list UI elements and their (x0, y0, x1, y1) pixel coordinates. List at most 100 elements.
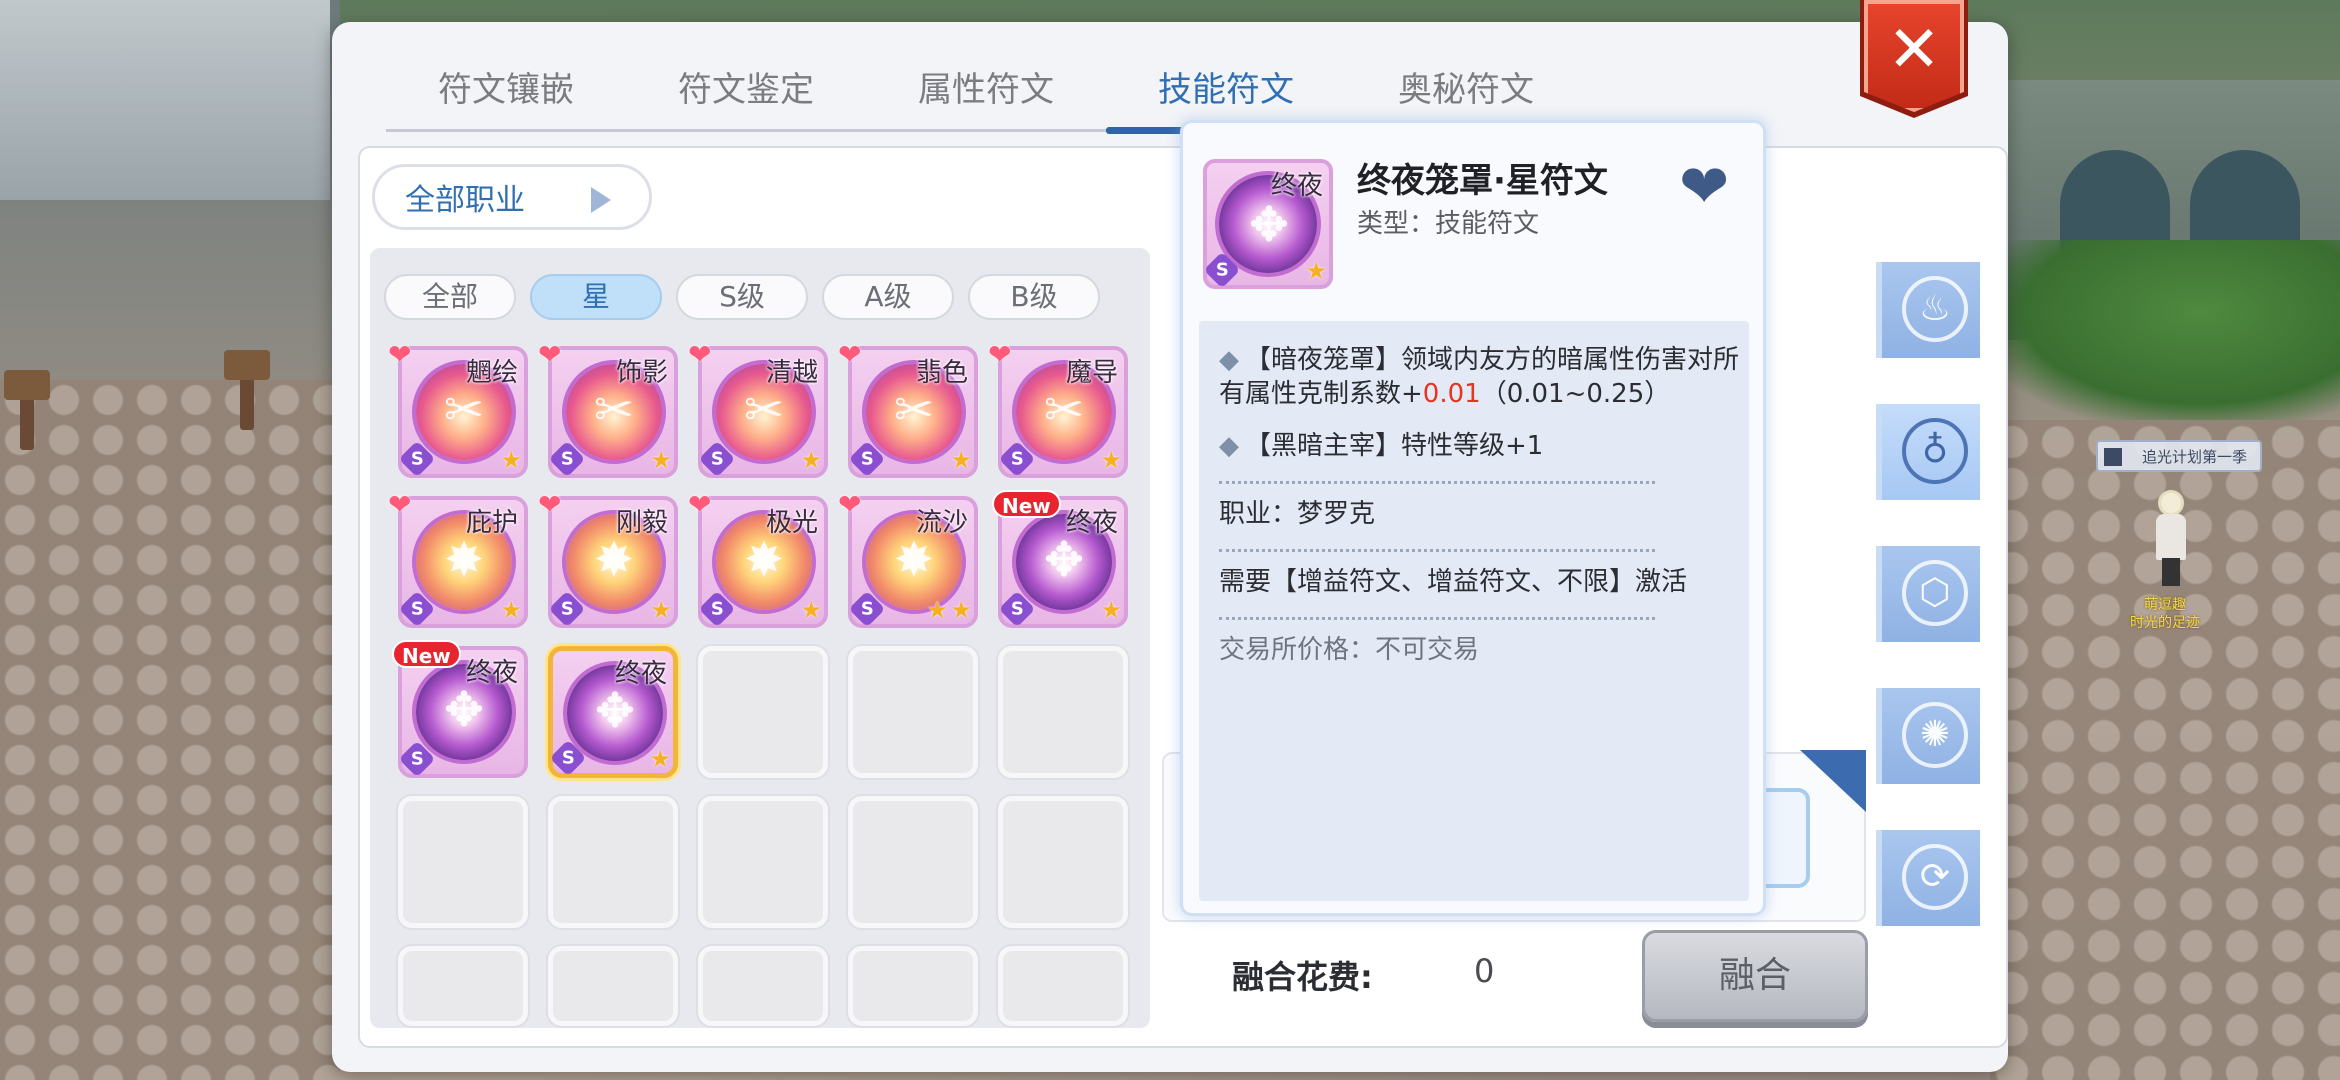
empty-rune-slot (548, 946, 678, 1026)
star-icon: ★ (926, 596, 948, 624)
npc-character[interactable] (2150, 490, 2190, 590)
grade-filter-star[interactable]: 星 (530, 274, 662, 320)
rune-name: 庇护 (465, 508, 518, 538)
empty-rune-slot (998, 796, 1128, 928)
rune-name: 清越 (765, 358, 818, 388)
rune-name: 终夜 (1065, 508, 1118, 538)
grade-filter-b[interactable]: B级 (968, 274, 1100, 320)
rune-slot[interactable]: ✂ 清越 ❤ S ★ (688, 338, 828, 478)
side-tab-recycle[interactable]: ⟳ (1876, 830, 1980, 926)
heart-icon: ❤ (388, 488, 412, 521)
star-icon: ★ (800, 446, 822, 474)
grade-filter-a[interactable]: A级 (822, 274, 954, 320)
heart-icon: ❤ (538, 488, 562, 521)
side-tab-flame[interactable]: ♨ (1876, 262, 1980, 358)
rune-name: 终夜 (465, 658, 518, 688)
rune-crest-icon: ✥ (594, 683, 636, 739)
job-line: 职业：梦罗克 (1219, 499, 1376, 529)
job-filter-button[interactable]: 全部职业 (372, 164, 652, 230)
npc-title-sign: 追光计划第一季 (2096, 440, 2262, 472)
rune-name: 流沙 (915, 508, 968, 538)
rune-crest-icon: ✸ (593, 532, 635, 588)
empty-rune-slot (848, 796, 978, 928)
background-grass (1990, 240, 2340, 420)
rune-crest-icon: ✂ (593, 382, 635, 438)
close-button[interactable]: ✕ (1860, 0, 1968, 130)
rune-slot[interactable]: ✥ 终夜 New S ★ (992, 490, 1128, 628)
fuse-cost-value: 0 (1474, 952, 1495, 990)
star-icon: ★ (950, 446, 972, 474)
guild-icon (2104, 448, 2122, 466)
tooltip-type: 类型：技能符文 (1357, 209, 1540, 239)
star-icon: ★ (500, 446, 522, 474)
rune-name: 极光 (765, 508, 818, 538)
rune-slot[interactable]: ✂ 魍绘 ❤ S ★ (388, 338, 528, 478)
background-cobblestone-left (0, 380, 340, 1080)
rune-slot[interactable]: ✥ 终夜 S ★ (548, 646, 678, 778)
star-icon: ★ (650, 596, 672, 624)
fuse-button[interactable]: 融合 (1642, 930, 1868, 1022)
star-icon: ★ (1305, 257, 1327, 285)
star-icon: ★ (500, 596, 522, 624)
rune-crest-icon: ✥ (1248, 197, 1290, 253)
bullet-icon: ◆ (1219, 431, 1239, 461)
background-post (4, 370, 50, 450)
rune-crest-icon: ✸ (443, 532, 485, 588)
elements-icon: ♁ (1902, 418, 1968, 484)
empty-rune-slot (698, 796, 828, 928)
heart-icon: ❤ (388, 338, 412, 371)
grade-filter-all[interactable]: 全部 (384, 274, 516, 320)
rune-slot[interactable]: ✥ 终夜 New S (392, 640, 528, 778)
rune-name: 终夜 (614, 659, 667, 689)
rune-name: 魍绘 (465, 358, 518, 388)
star-icon: ★ (1100, 446, 1122, 474)
empty-rune-slot (698, 946, 828, 1026)
heart-icon: ❤ (688, 488, 712, 521)
empty-rune-slot (398, 796, 528, 928)
tab-skill-rune[interactable]: 技能符文 (1106, 42, 1346, 134)
rune-name: 刚毅 (615, 508, 668, 538)
grade-filter-s[interactable]: S级 (676, 274, 808, 320)
swirl-icon: ✺ (1902, 702, 1968, 768)
empty-rune-slot (548, 796, 678, 928)
background-post (224, 350, 270, 430)
heart-icon: ❤ (688, 338, 712, 371)
tab-attribute-rune[interactable]: 属性符文 (866, 42, 1106, 129)
empty-rune-slot (848, 946, 978, 1026)
grade-filter-bar: 全部 星 S级 A级 B级 (384, 274, 1100, 320)
rune-name: 魔导 (1065, 358, 1118, 388)
rune-slot[interactable]: ✂ 饰影 ❤ S ★ (538, 338, 678, 478)
favorite-heart-icon[interactable]: ❤ (1679, 157, 1729, 217)
heart-icon: ❤ (838, 488, 862, 521)
star-icon: ★ (649, 745, 671, 773)
tab-rune-identify[interactable]: 符文鉴定 (626, 42, 866, 129)
fuse-cost-label: 融合花费: (1232, 958, 1373, 996)
npc-name-label: 萌逗趣 时光的足迹 (2130, 597, 2200, 631)
star-icon: ★ (1100, 596, 1122, 624)
play-arrow-icon (591, 187, 611, 213)
new-badge: New (392, 640, 461, 668)
rune-crest-icon: ✂ (743, 382, 785, 438)
requirement-line: 需要【增益符文、增益符文、不限】激活 (1219, 567, 1688, 597)
rune-slot[interactable]: ✸ 庇护 ❤ S ★ (388, 488, 528, 628)
rune-slot[interactable]: ✸ 流沙 ❤ S ★ ★ (838, 488, 978, 628)
side-tab-swirl[interactable]: ✺ (1876, 688, 1980, 784)
side-tab-shield[interactable]: ⬡ (1876, 546, 1980, 642)
rune-slot[interactable]: ✂ 魔导 ❤ S ★ (988, 338, 1128, 478)
tooltip-title: 终夜笼罩·星符文 (1357, 161, 1608, 201)
tab-mystic-rune[interactable]: 奥秘符文 (1346, 42, 1586, 129)
close-icon: ✕ (1887, 13, 1941, 87)
side-tab-elements[interactable]: ♁ (1876, 404, 1980, 500)
bullet-icon: ◆ (1219, 345, 1239, 375)
divider (1219, 481, 1655, 484)
tab-rune-inlay[interactable]: 符文镶嵌 (386, 42, 626, 129)
empty-rune-slot (698, 646, 828, 778)
tab-bar: 符文镶嵌 符文鉴定 属性符文 技能符文 奥秘符文 (386, 42, 1586, 134)
divider (1219, 549, 1655, 552)
rune-slot[interactable]: ✸ 刚毅 ❤ S ★ (538, 488, 678, 628)
rune-name: 饰影 (615, 358, 668, 388)
star-icon: ★ (800, 596, 822, 624)
rune-slot[interactable]: ✂ 翡色 ❤ S ★ (838, 338, 978, 478)
divider (1219, 617, 1655, 620)
rune-slot[interactable]: ✸ 极光 ❤ S ★ (688, 488, 828, 628)
